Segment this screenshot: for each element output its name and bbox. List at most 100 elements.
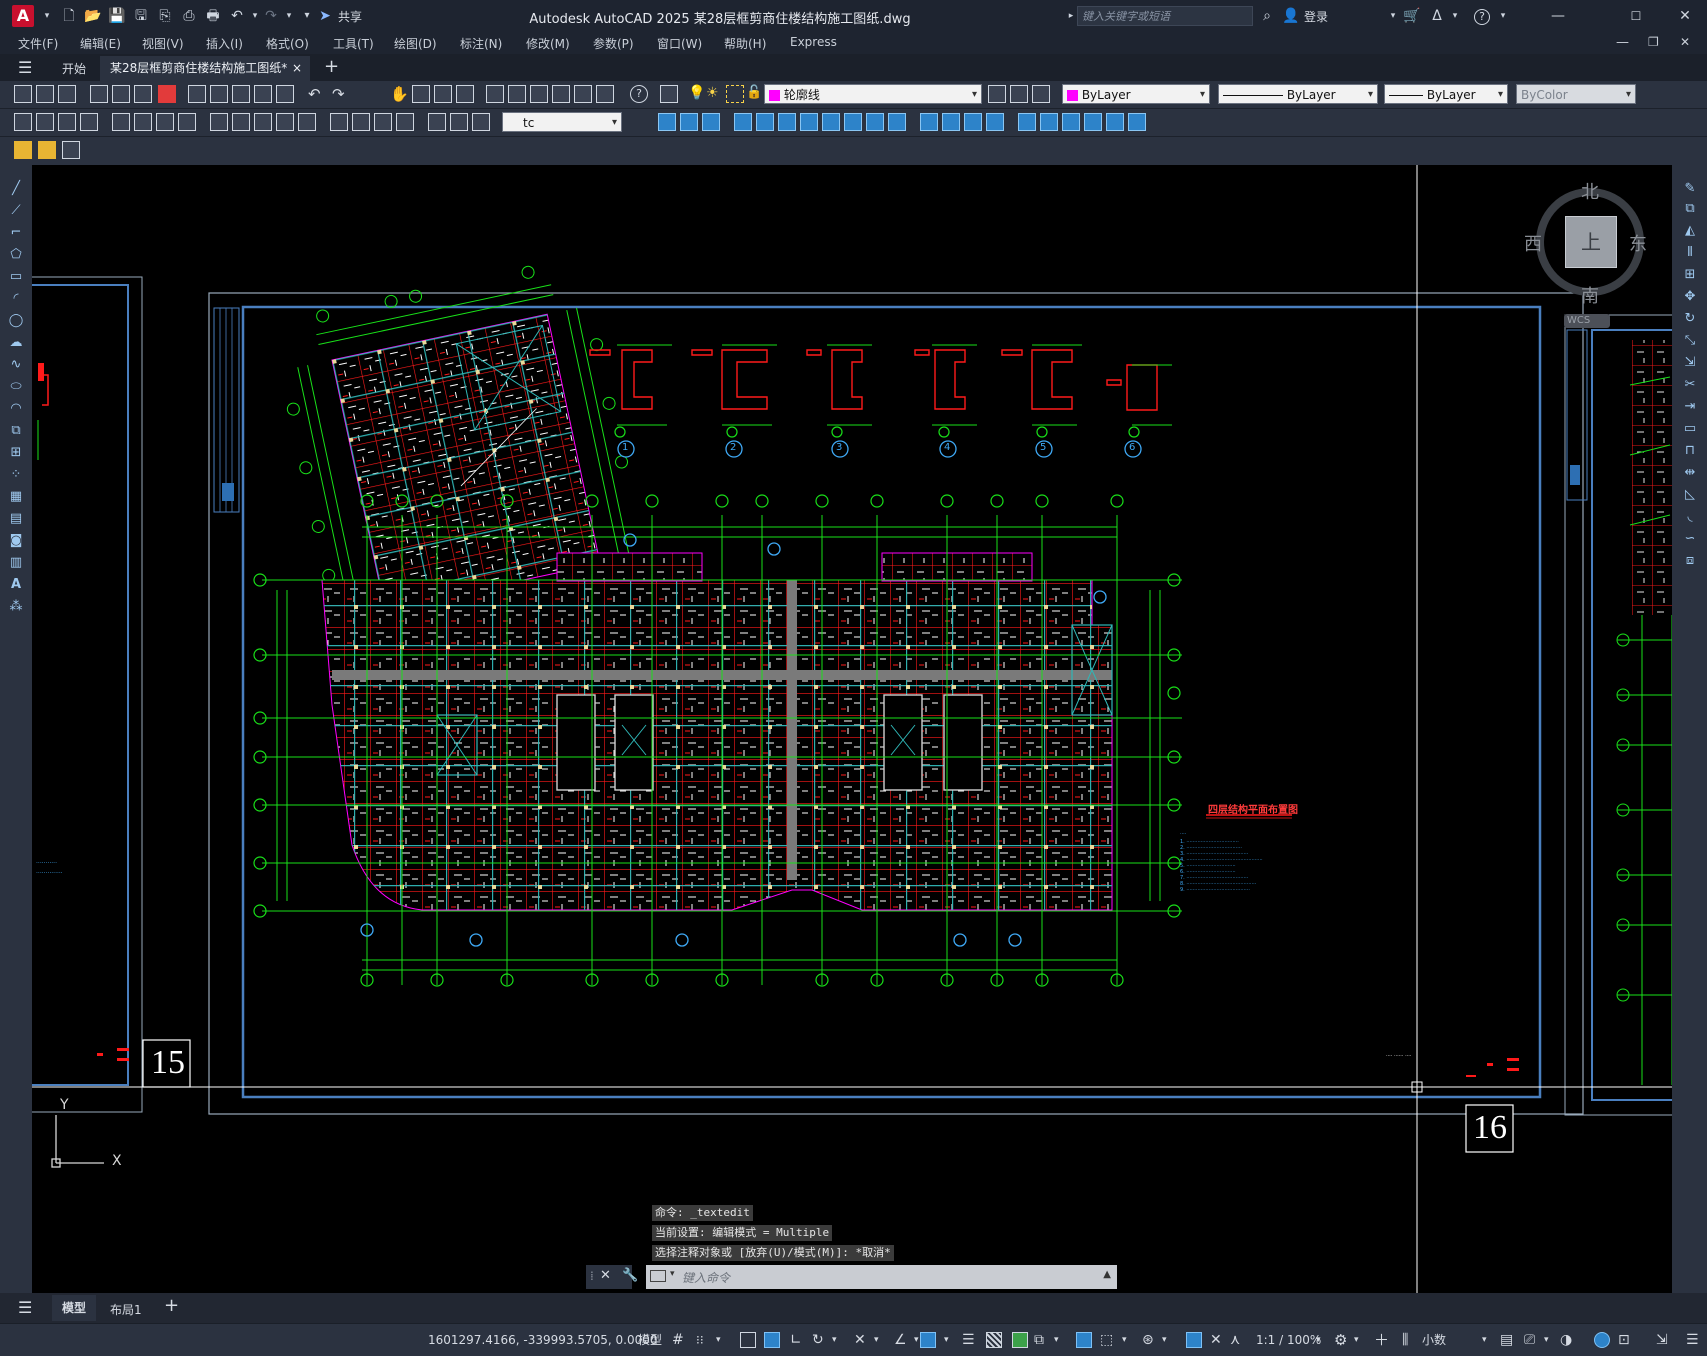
fillet-icon[interactable]: ◟ [1682, 509, 1698, 525]
extrude-faces-icon[interactable] [734, 113, 752, 131]
layer-freeze-icon[interactable]: ☀ [706, 85, 724, 103]
isolate-objects-icon[interactable]: ◑ [1560, 1330, 1572, 1350]
break-at-point-icon[interactable]: ▭ [1682, 421, 1698, 437]
recent-commands-icon[interactable] [650, 1270, 666, 1282]
rotate-icon[interactable]: ↻ [1682, 311, 1698, 327]
close-window-button[interactable]: ✕ [1665, 4, 1705, 28]
rotate-faces-icon[interactable] [822, 113, 840, 131]
minimize-window-button[interactable]: — [1538, 4, 1578, 28]
undo-toolbar-icon[interactable]: ↶ [308, 85, 326, 103]
trim-icon[interactable]: ✂ [1682, 377, 1698, 393]
make-block-icon[interactable]: ⊞ [8, 445, 24, 461]
help-dropdown-icon[interactable]: ▾ [1494, 7, 1512, 25]
revision-cloud-icon[interactable]: ☁ [8, 335, 24, 351]
command-customize-icon[interactable]: 🔧 [622, 1268, 638, 1283]
object-snap-icon[interactable] [920, 1332, 936, 1348]
redo-dropdown-icon[interactable]: ▾ [280, 7, 298, 25]
add-layout-button[interactable]: + [164, 1295, 179, 1316]
imprint-icon[interactable] [964, 113, 982, 131]
tab-start[interactable]: 开始 [62, 60, 86, 77]
copy-icon[interactable] [210, 85, 228, 103]
isometric-drafting-icon[interactable]: ✕ [854, 1330, 866, 1350]
menu-draw[interactable]: 绘图(D) [394, 35, 437, 52]
offset-icon[interactable]: ⫴ [1682, 245, 1698, 261]
web-save-icon[interactable]: ⎘ [156, 7, 174, 25]
make-current-layer-icon[interactable] [988, 85, 1006, 103]
union-icon[interactable] [658, 113, 676, 131]
menu-modify[interactable]: 修改(M) [526, 35, 570, 52]
save-toolbar-icon[interactable] [58, 85, 76, 103]
new-file-icon[interactable]: 🗋 [60, 7, 78, 25]
stretch-icon[interactable]: ⇲ [1682, 355, 1698, 371]
units-icon[interactable]: ⫼ [1402, 1330, 1408, 1350]
hardware-acceleration-icon[interactable] [1594, 1332, 1610, 1348]
new-tab-button[interactable]: + [324, 56, 339, 77]
line-icon[interactable]: ╱ [8, 181, 24, 197]
selection-cycling-icon[interactable] [1012, 1332, 1028, 1348]
mirror-icon[interactable]: ◭ [1682, 223, 1698, 239]
polar-tracking-icon[interactable]: ↻ [812, 1330, 824, 1350]
annotation-scale-value[interactable]: 1:1 / 100% [1256, 1330, 1321, 1350]
command-input[interactable]: ▾ 键入命令 ▲ [646, 1265, 1117, 1289]
open-icon[interactable] [36, 85, 54, 103]
dim-text-edit-icon[interactable] [450, 113, 468, 131]
quick-properties-icon[interactable]: ▤ [1500, 1330, 1513, 1350]
angular-dim-icon[interactable] [178, 113, 196, 131]
annotation-visibility-icon[interactable] [1186, 1332, 1202, 1348]
model-space-toggle[interactable]: 模型 [638, 1330, 662, 1350]
erase-icon[interactable]: ✎ [1682, 181, 1698, 197]
continue-dim-icon[interactable] [254, 113, 272, 131]
edit-reference-icon[interactable] [62, 141, 80, 159]
interfere-icon[interactable] [1128, 113, 1146, 131]
plot-icon[interactable]: 🖶 [204, 7, 222, 25]
publish-toolbar-icon[interactable] [134, 85, 152, 103]
ordinate-dim-icon[interactable] [80, 113, 98, 131]
snap-mode-icon[interactable]: ⁝⁝ [696, 1330, 704, 1350]
doc-restore-button[interactable]: ❐ [1648, 35, 1659, 49]
separate-icon[interactable] [1018, 113, 1036, 131]
linear-dim-icon[interactable] [14, 113, 32, 131]
menu-insert[interactable]: 插入(I) [206, 35, 243, 52]
baseline-dim-icon[interactable] [232, 113, 250, 131]
help-search-input[interactable]: 键入关键字或短语 [1077, 6, 1253, 26]
layer-viewport-icon[interactable] [726, 85, 744, 103]
join-icon[interactable]: ⇹ [1682, 465, 1698, 481]
status-menu-icon[interactable]: ☰ [1686, 1330, 1699, 1350]
break-icon[interactable]: ⊓ [1682, 443, 1698, 459]
annotation-scale-icon[interactable]: ⋏ [1230, 1330, 1240, 1350]
grid-toggle-icon[interactable]: # [672, 1330, 684, 1350]
color-edges-icon[interactable] [942, 113, 960, 131]
layer-on-icon[interactable]: 💡 [688, 85, 706, 103]
scale-icon[interactable]: ⤡ [1682, 333, 1698, 349]
clean-screen-icon[interactable]: ⊡ [1618, 1330, 1630, 1350]
user-icon[interactable]: 👤 [1282, 7, 1300, 25]
object-snap-tracking-icon[interactable]: ∠ [894, 1330, 907, 1350]
scale-dropdown-icon[interactable]: ▾ [1316, 1330, 1321, 1350]
subtract-icon[interactable] [680, 113, 698, 131]
circle-icon[interactable]: ◯ [8, 313, 24, 329]
lock-ui-dropdown-icon[interactable]: ▾ [1544, 1330, 1549, 1350]
infer-constraints-icon[interactable] [740, 1332, 756, 1348]
quick-dim-icon[interactable] [210, 113, 228, 131]
compass-west[interactable]: 西 [1524, 230, 1542, 256]
calculator-icon[interactable] [596, 85, 614, 103]
menu-window[interactable]: 窗口(W) [657, 35, 702, 52]
dynamic-input-icon[interactable] [764, 1332, 780, 1348]
polyline-icon[interactable]: ⌐ [8, 225, 24, 241]
layer-lock-icon[interactable]: 🔓 [746, 85, 764, 103]
menu-view[interactable]: 视图(V) [142, 35, 184, 52]
isometric-dropdown-icon[interactable]: ▾ [874, 1330, 879, 1350]
taper-faces-icon[interactable] [844, 113, 862, 131]
recent-commands-arrow-icon[interactable]: ▾ [670, 1269, 675, 1279]
match-properties-icon[interactable] [254, 85, 272, 103]
menu-tools[interactable]: 工具(T) [333, 35, 374, 52]
point-icon[interactable]: ⁘ [8, 467, 24, 483]
publish-icon[interactable]: ⎙ [180, 7, 198, 25]
extend-icon[interactable]: ⇥ [1682, 399, 1698, 415]
copy-faces-icon[interactable] [866, 113, 884, 131]
app-logo[interactable]: A [12, 5, 34, 27]
move-faces-icon[interactable] [756, 113, 774, 131]
thicken-icon[interactable] [1106, 113, 1124, 131]
qnew-icon[interactable] [14, 85, 32, 103]
3d-osnap-icon[interactable]: ⧉ [1034, 1330, 1044, 1350]
